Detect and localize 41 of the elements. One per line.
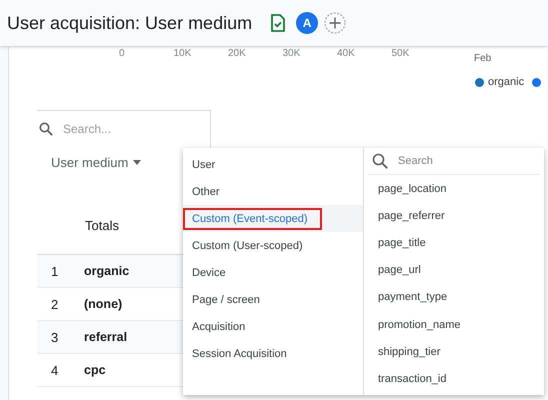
table-cell: (none)	[84, 297, 122, 311]
option-item[interactable]: payment_type	[364, 284, 448, 311]
category-item[interactable]: Session Acquisition	[183, 342, 297, 364]
row-number: 1	[50, 264, 60, 278]
option-item[interactable]: page_referrer	[364, 202, 445, 230]
category-item[interactable]: Page / screen	[183, 288, 270, 310]
option-item[interactable]: page_location	[364, 175, 447, 202]
axis-label: 30K	[282, 48, 302, 61]
totals-label: Totals	[85, 218, 119, 233]
avatar[interactable]: A	[296, 12, 318, 34]
axis-label: 40K	[337, 48, 356, 61]
dimension-dropdown[interactable]: User medium	[37, 147, 142, 177]
caret-icon	[133, 160, 142, 164]
search-icon	[39, 122, 53, 136]
table-cell: organic	[84, 264, 130, 278]
axis-label: 20K	[228, 48, 247, 61]
category-item[interactable]: Custom (Event-scoped)	[183, 208, 322, 230]
document-check-icon	[270, 14, 286, 32]
option-item[interactable]: shipping_tier	[364, 338, 440, 366]
table-cell: referral	[84, 330, 128, 344]
axis-label: Feb	[474, 53, 492, 64]
axis-label: 10K	[174, 48, 192, 61]
axis-label: 0	[119, 48, 126, 61]
search-icon	[372, 153, 388, 169]
category-item[interactable]: Custom (User-scoped)	[183, 234, 313, 256]
row-number: 4	[50, 362, 60, 378]
option-item[interactable]: page_title	[364, 229, 426, 257]
page-title: User acquisition: User medium	[7, 12, 252, 34]
category-item[interactable]: Device	[183, 262, 236, 284]
legend-label: organic	[488, 76, 524, 88]
axis-label: 50K	[392, 48, 410, 61]
row-number: 2	[50, 296, 60, 312]
row-number: 3	[50, 330, 60, 344]
category-item[interactable]: User	[183, 154, 226, 176]
table-cell: cpc	[84, 363, 106, 377]
option-item[interactable]: promotion_name	[364, 310, 461, 338]
category-item[interactable]: Other	[183, 180, 230, 202]
category-item[interactable]: Acquisition	[183, 316, 256, 338]
option-item[interactable]: transaction_id	[364, 365, 446, 392]
add-icon	[324, 12, 346, 34]
option-item[interactable]: page_url	[364, 256, 421, 284]
